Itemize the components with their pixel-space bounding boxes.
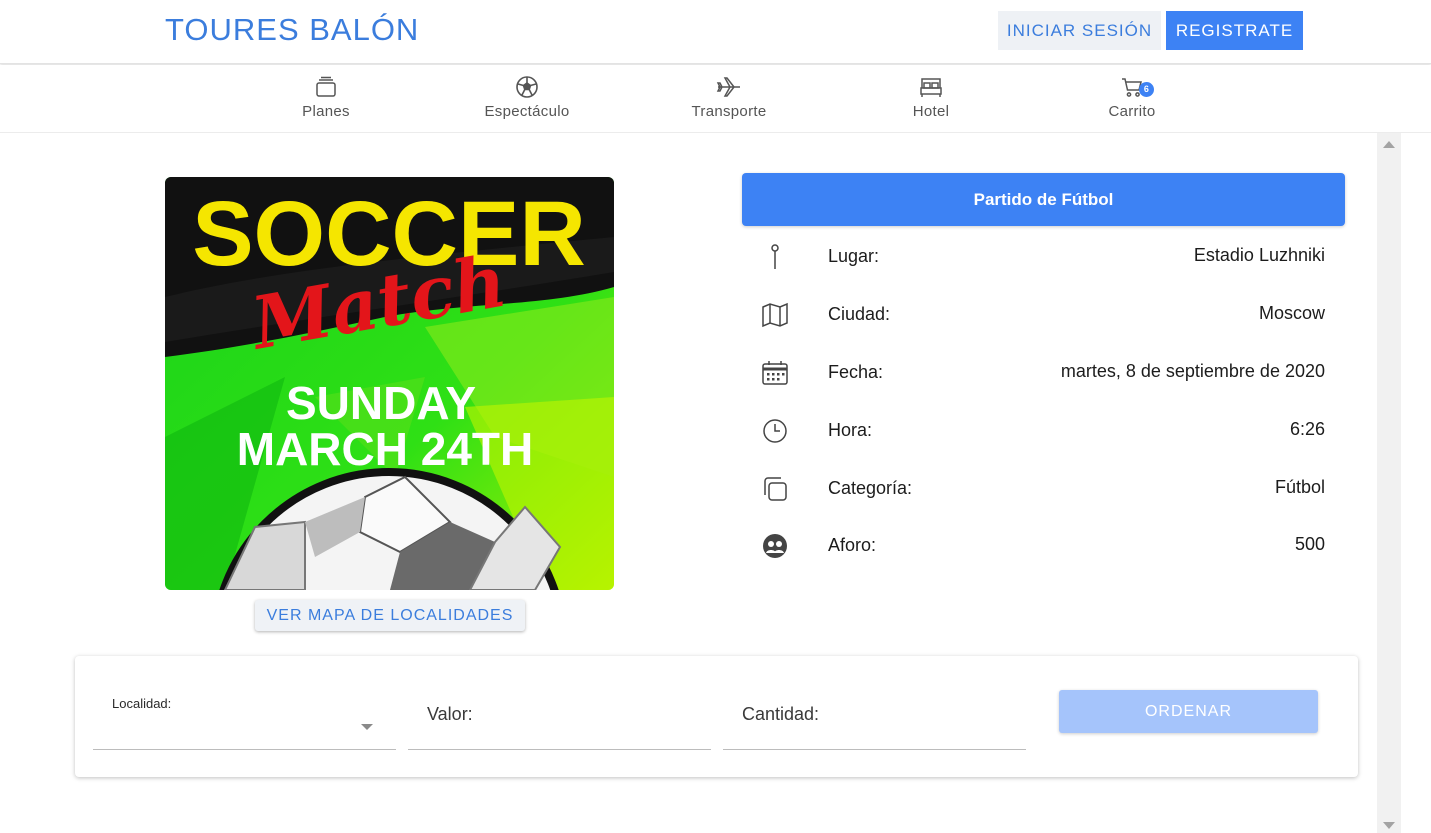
locality-label: Localidad: [112, 696, 172, 711]
detail-label: Hora: [828, 420, 873, 440]
poster-day-text: SUNDAY [286, 377, 476, 429]
clock-icon [763, 419, 787, 443]
top-bar: TOURES BALÓN INICIAR SESIÓN REGISTRATE [0, 0, 1431, 64]
detail-value: 500 [1294, 534, 1325, 554]
scroll-up-arrow-icon[interactable] [1383, 141, 1395, 148]
cart-badge: 6 [1139, 82, 1154, 97]
register-button[interactable]: REGISTRATE [1166, 11, 1303, 50]
poster-date-text: MARCH 24TH [237, 423, 533, 475]
scroll-down-arrow-icon[interactable] [1383, 822, 1395, 829]
detail-row-fecha: Fecha: martes, 8 de septiembre de 2020 [742, 352, 1345, 392]
detail-label: Aforo: [828, 535, 877, 555]
nav-item-hotel[interactable]: Hotel [851, 75, 1011, 120]
detail-label: Ciudad: [828, 304, 891, 324]
quantity-field[interactable]: Cantidad: [723, 686, 1026, 750]
nav-item-espectaculo[interactable]: Espectáculo [447, 75, 607, 120]
nav-item-label: Espectáculo [484, 103, 570, 120]
nav-item-planes[interactable]: Planes [246, 75, 406, 120]
category-icon [764, 477, 787, 501]
locality-select[interactable]: Localidad: [93, 686, 396, 750]
value-field[interactable]: Valor: [408, 686, 711, 750]
pin-icon [771, 244, 779, 269]
nav-item-carrito[interactable]: 6 Carrito [1052, 75, 1212, 120]
detail-value: Fútbol [1274, 477, 1325, 497]
poster-graphic: SOCCER Match SUNDAY MARCH 24TH [165, 177, 614, 590]
login-button[interactable]: INICIAR SESIÓN [998, 11, 1161, 50]
detail-row-aforo: Aforo: 500 [742, 525, 1345, 565]
event-title-banner: Partido de Fútbol [742, 173, 1345, 226]
detail-label: Lugar: [828, 246, 880, 266]
soccer-ball-icon [516, 76, 538, 98]
brand-logo[interactable]: TOURES BALÓN [165, 12, 419, 48]
nav-item-label: Planes [302, 103, 350, 120]
nav-item-label: Hotel [912, 103, 950, 120]
detail-value: Estadio Luzhniki [1193, 245, 1325, 265]
calendar-icon [762, 361, 788, 385]
detail-row-categoria: Categoría: Fútbol [742, 468, 1345, 508]
category-nav: Planes Espectáculo Transporte Hotel 6 Ca… [0, 65, 1431, 133]
event-poster-image: SOCCER Match SUNDAY MARCH 24TH [165, 177, 614, 590]
quantity-label: Cantidad: [742, 704, 820, 724]
value-label: Valor: [427, 704, 473, 724]
vertical-scrollbar[interactable] [1377, 133, 1401, 833]
detail-row-hora: Hora: 6:26 [742, 410, 1345, 450]
map-icon [762, 302, 788, 328]
nav-item-label: Carrito [1108, 103, 1156, 120]
detail-row-ciudad: Ciudad: Moscow [742, 294, 1345, 334]
bed-icon [920, 78, 942, 97]
detail-value: martes, 8 de septiembre de 2020 [1060, 361, 1325, 381]
detail-value: Moscow [1258, 303, 1325, 323]
layers-icon [316, 76, 336, 97]
nav-item-transporte[interactable]: Transporte [649, 75, 809, 120]
chevron-down-icon[interactable] [361, 724, 373, 730]
view-seating-map-button[interactable]: VER MAPA DE LOCALIDADES [255, 600, 525, 631]
detail-value: 6:26 [1289, 419, 1325, 439]
order-button[interactable]: ORDENAR [1059, 690, 1318, 733]
airplane-icon [716, 77, 740, 97]
nav-item-label: Transporte [691, 103, 767, 120]
detail-label: Categoría: [828, 478, 913, 498]
detail-label: Fecha: [828, 362, 884, 382]
people-icon [763, 534, 787, 558]
detail-row-lugar: Lugar: Estadio Luzhniki [742, 236, 1345, 276]
order-form-card: Localidad: Valor: Cantidad: ORDENAR [75, 656, 1358, 777]
